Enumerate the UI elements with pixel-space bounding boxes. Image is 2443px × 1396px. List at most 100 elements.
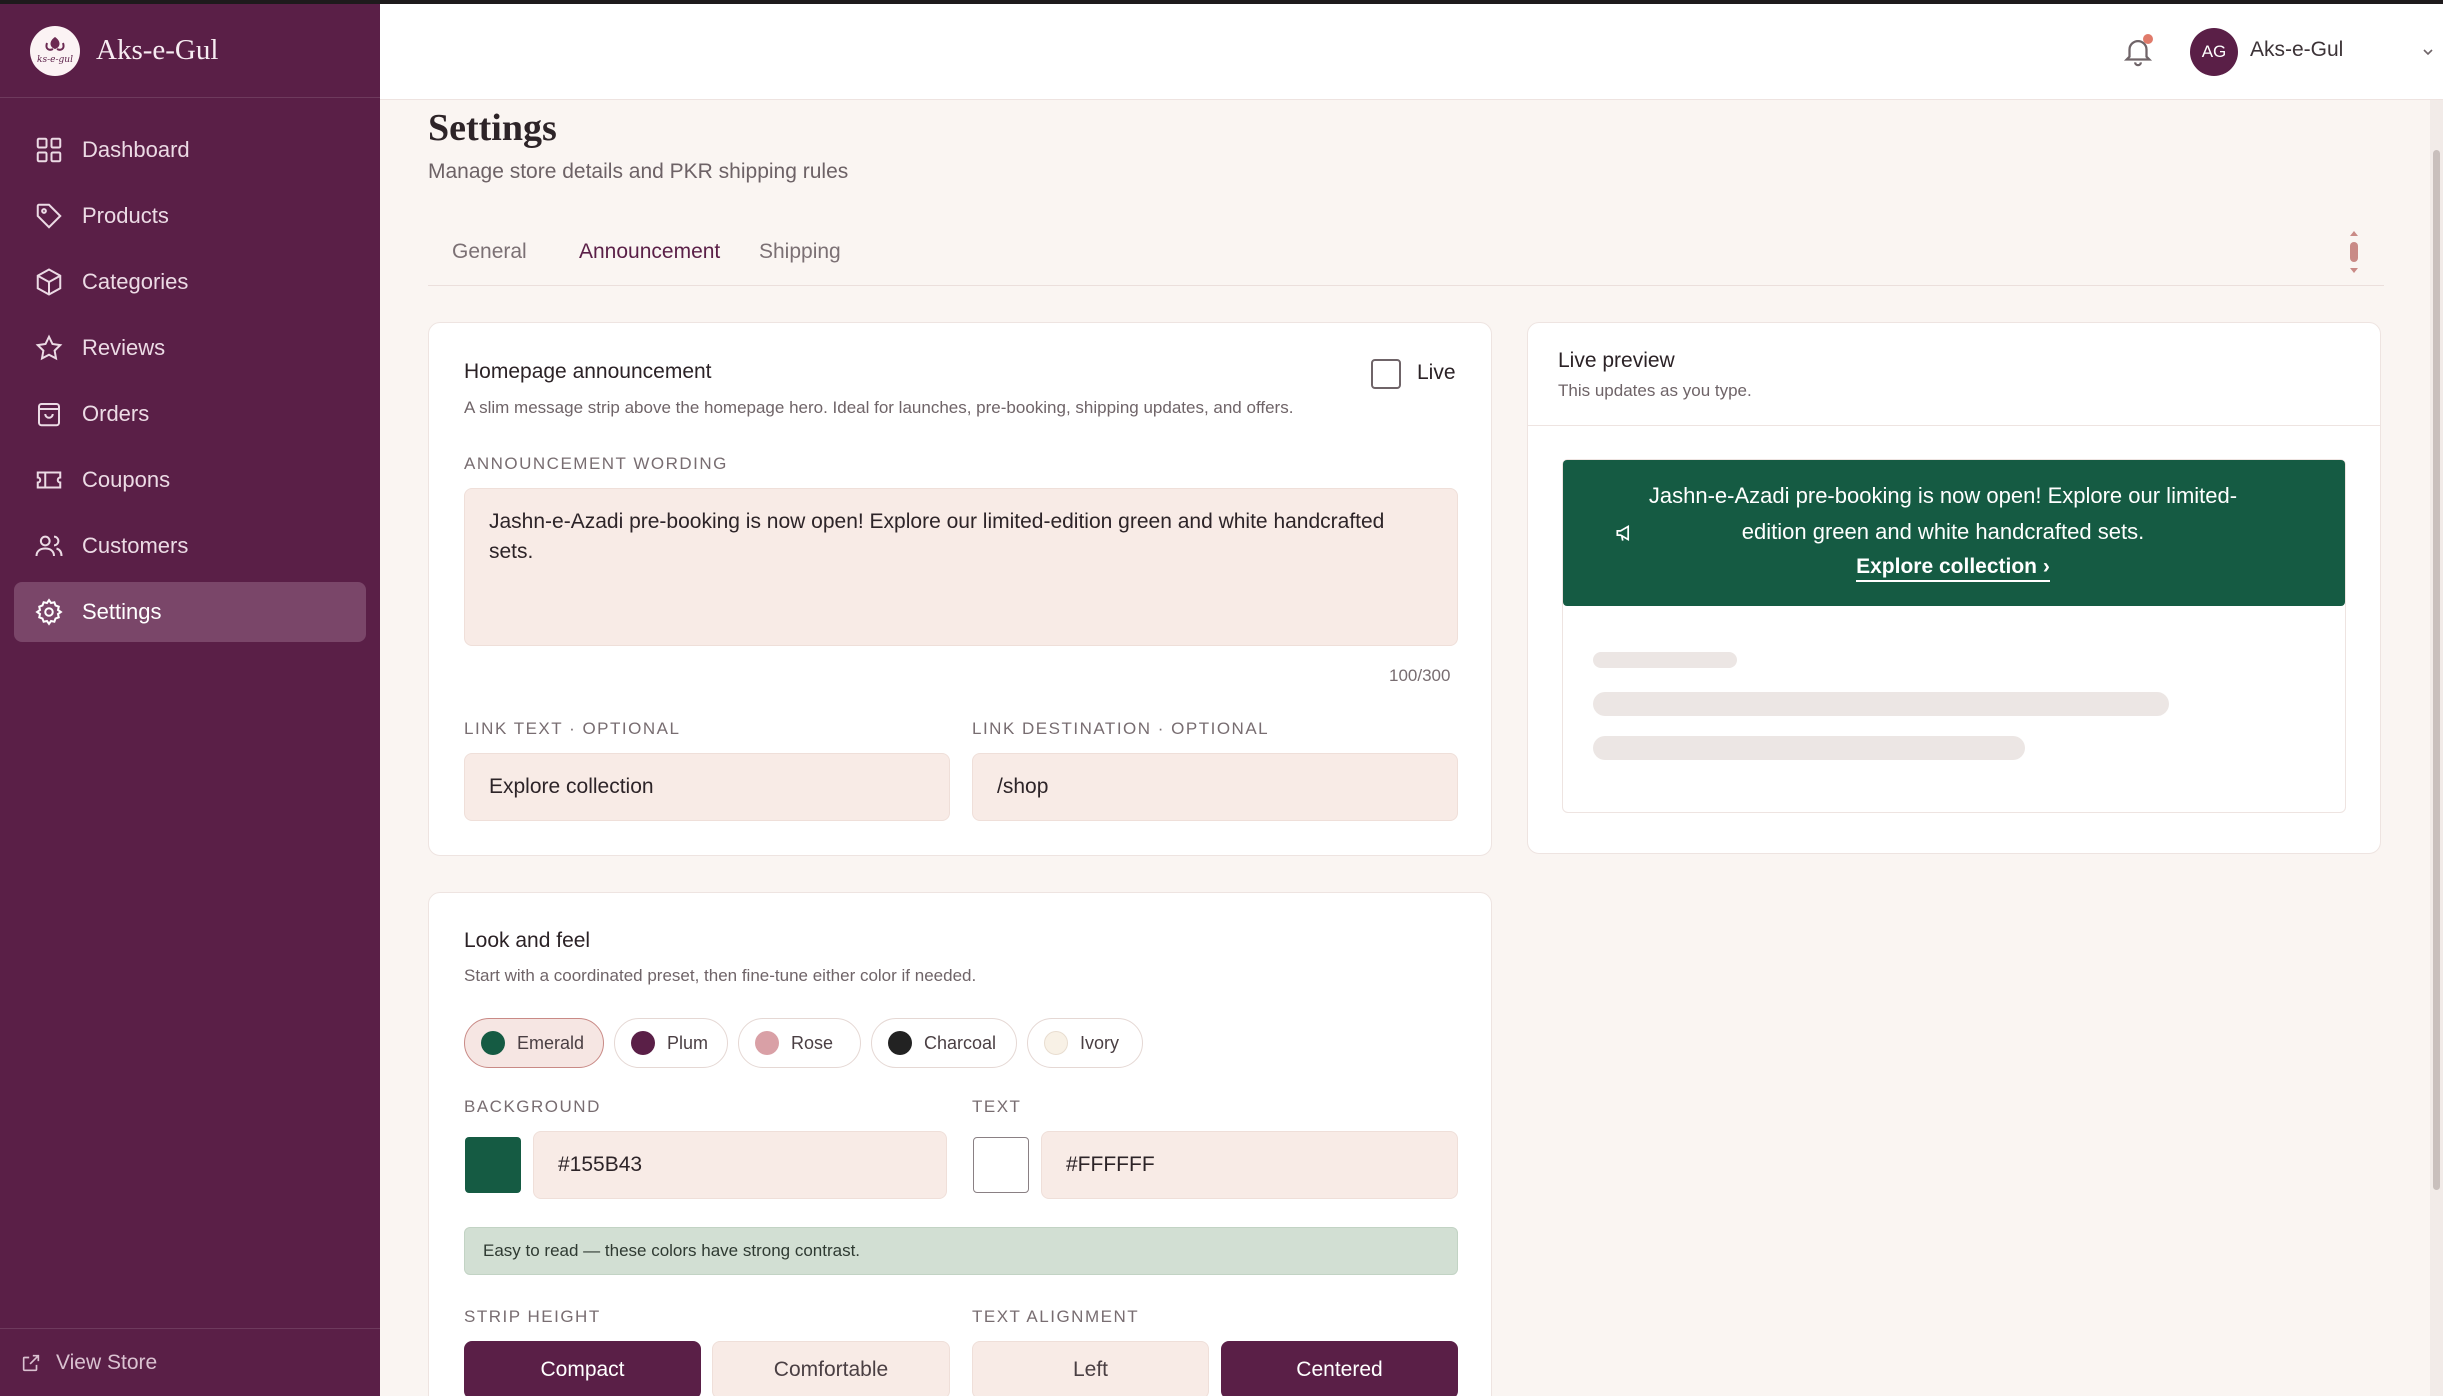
- character-counter: 100/300: [1389, 666, 1451, 685]
- sidebar-item-dashboard[interactable]: Dashboard: [14, 120, 366, 180]
- sidebar-item-label: Customers: [82, 533, 189, 558]
- tab-announcement[interactable]: Announcement: [579, 240, 720, 264]
- sidebar-item-label: Orders: [82, 401, 150, 426]
- text-color-label: Text: [972, 1097, 1022, 1116]
- sidebar-item-reviews[interactable]: Reviews: [14, 318, 366, 378]
- avatar[interactable]: AG: [2190, 28, 2238, 76]
- external-link-icon: [22, 1354, 40, 1371]
- sidebar-item-coupons[interactable]: Coupons: [14, 450, 366, 510]
- sidebar-item-customers[interactable]: Customers: [14, 516, 366, 576]
- text-color-swatch[interactable]: [973, 1137, 1029, 1193]
- view-store-label: View Store: [56, 1350, 158, 1374]
- strip-message: Jashn-e-Azadi pre-booking is now open! E…: [1648, 483, 2238, 544]
- sidebar-item-orders[interactable]: Orders: [14, 384, 366, 444]
- plum-swatch-dot: [631, 1031, 655, 1055]
- page-scrollbar-thumb[interactable]: [2433, 150, 2440, 1190]
- ticket-icon: [36, 471, 62, 489]
- look-title: Look and feel: [464, 929, 591, 952]
- tab-general[interactable]: General: [452, 240, 527, 264]
- live-preview-card: Live preview This updates as you type. J…: [1527, 322, 2381, 854]
- background-hex-input[interactable]: #155B43: [533, 1131, 947, 1199]
- strip-height-comfortable-button[interactable]: Comfortable: [712, 1341, 950, 1396]
- skeleton-line: [1593, 692, 2169, 716]
- strip-height-label: Strip height: [464, 1307, 601, 1326]
- brand-name: Aks-e-Gul: [96, 34, 219, 66]
- link-destination-label: Link destination · optional: [972, 719, 1270, 738]
- preset-label: Rose: [791, 1032, 834, 1053]
- page-subtitle: Manage store details and PKR shipping ru…: [428, 160, 849, 183]
- emerald-swatch-dot: [481, 1031, 505, 1055]
- announcement-wording-textarea[interactable]: Jashn-e-Azadi pre-booking is now open! E…: [464, 488, 1458, 646]
- announcement-wording-label: Announcement wording: [464, 454, 728, 473]
- announcement-strip-preview: Jashn-e-Azadi pre-booking is now open! E…: [1563, 460, 2345, 606]
- sidebar: ks-e-gul Aks-e-Gul Dashboard Products Ca…: [0, 4, 380, 1396]
- preview-frame: Jashn-e-Azadi pre-booking is now open! E…: [1562, 459, 2346, 813]
- background-color-swatch[interactable]: [465, 1137, 521, 1193]
- live-label: Live: [1417, 361, 1456, 384]
- skeleton-line: [1593, 652, 1737, 668]
- ivory-swatch-dot: [1044, 1031, 1068, 1055]
- tag-icon: [36, 203, 62, 229]
- link-text-input[interactable]: Explore collection: [464, 753, 950, 821]
- announcement-card: Homepage announcement A slim message str…: [428, 322, 1492, 856]
- notification-dot: [2143, 34, 2153, 44]
- tab-shipping[interactable]: Shipping: [759, 240, 841, 264]
- live-checkbox[interactable]: [1371, 359, 1401, 389]
- strip-link-label: Explore collection: [1856, 555, 2038, 578]
- strip-height-compact-button[interactable]: Compact: [464, 1341, 701, 1396]
- look-description: Start with a coordinated preset, then fi…: [464, 966, 977, 985]
- sidebar-item-products[interactable]: Products: [14, 186, 366, 246]
- page-title: Settings: [428, 107, 557, 149]
- megaphone-icon: [1616, 525, 1630, 541]
- rose-swatch-dot: [755, 1031, 779, 1055]
- brand-logo: ks-e-gul: [30, 25, 80, 76]
- alignment-centered-button[interactable]: Centered: [1221, 1341, 1458, 1396]
- preset-label: Charcoal: [924, 1032, 997, 1053]
- sidebar-item-label: Categories: [82, 269, 189, 294]
- background-label: Background: [464, 1097, 601, 1116]
- user-name[interactable]: Aks-e-Gul: [2250, 38, 2343, 62]
- sidebar-item-settings[interactable]: Settings: [14, 582, 366, 642]
- text-hex-input[interactable]: #FFFFFF: [1041, 1131, 1458, 1199]
- brand[interactable]: ks-e-gul Aks-e-Gul: [0, 4, 380, 98]
- view-store-link[interactable]: View Store: [0, 1328, 380, 1396]
- preset-emerald-chip[interactable]: Emerald: [464, 1018, 604, 1068]
- sidebar-item-label: Reviews: [82, 335, 166, 360]
- charcoal-swatch-dot: [888, 1031, 912, 1055]
- preset-label: Ivory: [1080, 1032, 1120, 1053]
- sidebar-item-categories[interactable]: Categories: [14, 252, 366, 312]
- sidebar-nav: Dashboard Products Categories Reviews Or…: [0, 98, 380, 642]
- sidebar-item-label: Products: [82, 203, 169, 228]
- chevron-right-icon: ›: [2042, 555, 2050, 578]
- skeleton-line: [1593, 736, 2025, 760]
- preview-divider: [1528, 425, 2380, 426]
- chevron-down-icon[interactable]: [2420, 44, 2436, 60]
- preset-plum-chip[interactable]: Plum: [614, 1018, 728, 1068]
- sidebar-item-label: Settings: [82, 599, 162, 624]
- preset-charcoal-chip[interactable]: Charcoal: [871, 1018, 1017, 1068]
- grid-icon: [36, 137, 62, 163]
- preset-label: Plum: [667, 1032, 709, 1053]
- tab-scroll-indicator[interactable]: [2348, 228, 2360, 276]
- preview-subtitle: This updates as you type.: [1558, 381, 1752, 400]
- sidebar-item-label: Coupons: [82, 467, 171, 492]
- announcement-title: Homepage announcement: [464, 360, 712, 383]
- alignment-left-button[interactable]: Left: [972, 1341, 1209, 1396]
- link-text-label: Link text · optional: [464, 719, 681, 738]
- svg-text:ks-e-gul: ks-e-gul: [37, 55, 73, 65]
- users-icon: [35, 535, 63, 557]
- gear-icon: [35, 598, 63, 626]
- sidebar-item-label: Dashboard: [82, 137, 190, 162]
- announcement-description: A slim message strip above the homepage …: [464, 398, 1294, 417]
- flower-logo-icon: ks-e-gul: [34, 29, 76, 72]
- main-content: Settings Manage store details and PKR sh…: [380, 100, 2443, 1396]
- settings-tabs: General Announcement Shipping: [428, 218, 2384, 286]
- preset-rose-chip[interactable]: Rose: [738, 1018, 861, 1068]
- preview-title: Live preview: [1558, 349, 1675, 372]
- contrast-note: Easy to read — these colors have strong …: [464, 1227, 1458, 1275]
- preset-ivory-chip[interactable]: Ivory: [1027, 1018, 1143, 1068]
- bag-icon: [38, 403, 60, 427]
- look-and-feel-card: Look and feel Start with a coordinated p…: [428, 892, 1492, 1396]
- link-destination-input[interactable]: /shop: [972, 753, 1458, 821]
- strip-link[interactable]: Explore collection ›: [1563, 555, 2343, 582]
